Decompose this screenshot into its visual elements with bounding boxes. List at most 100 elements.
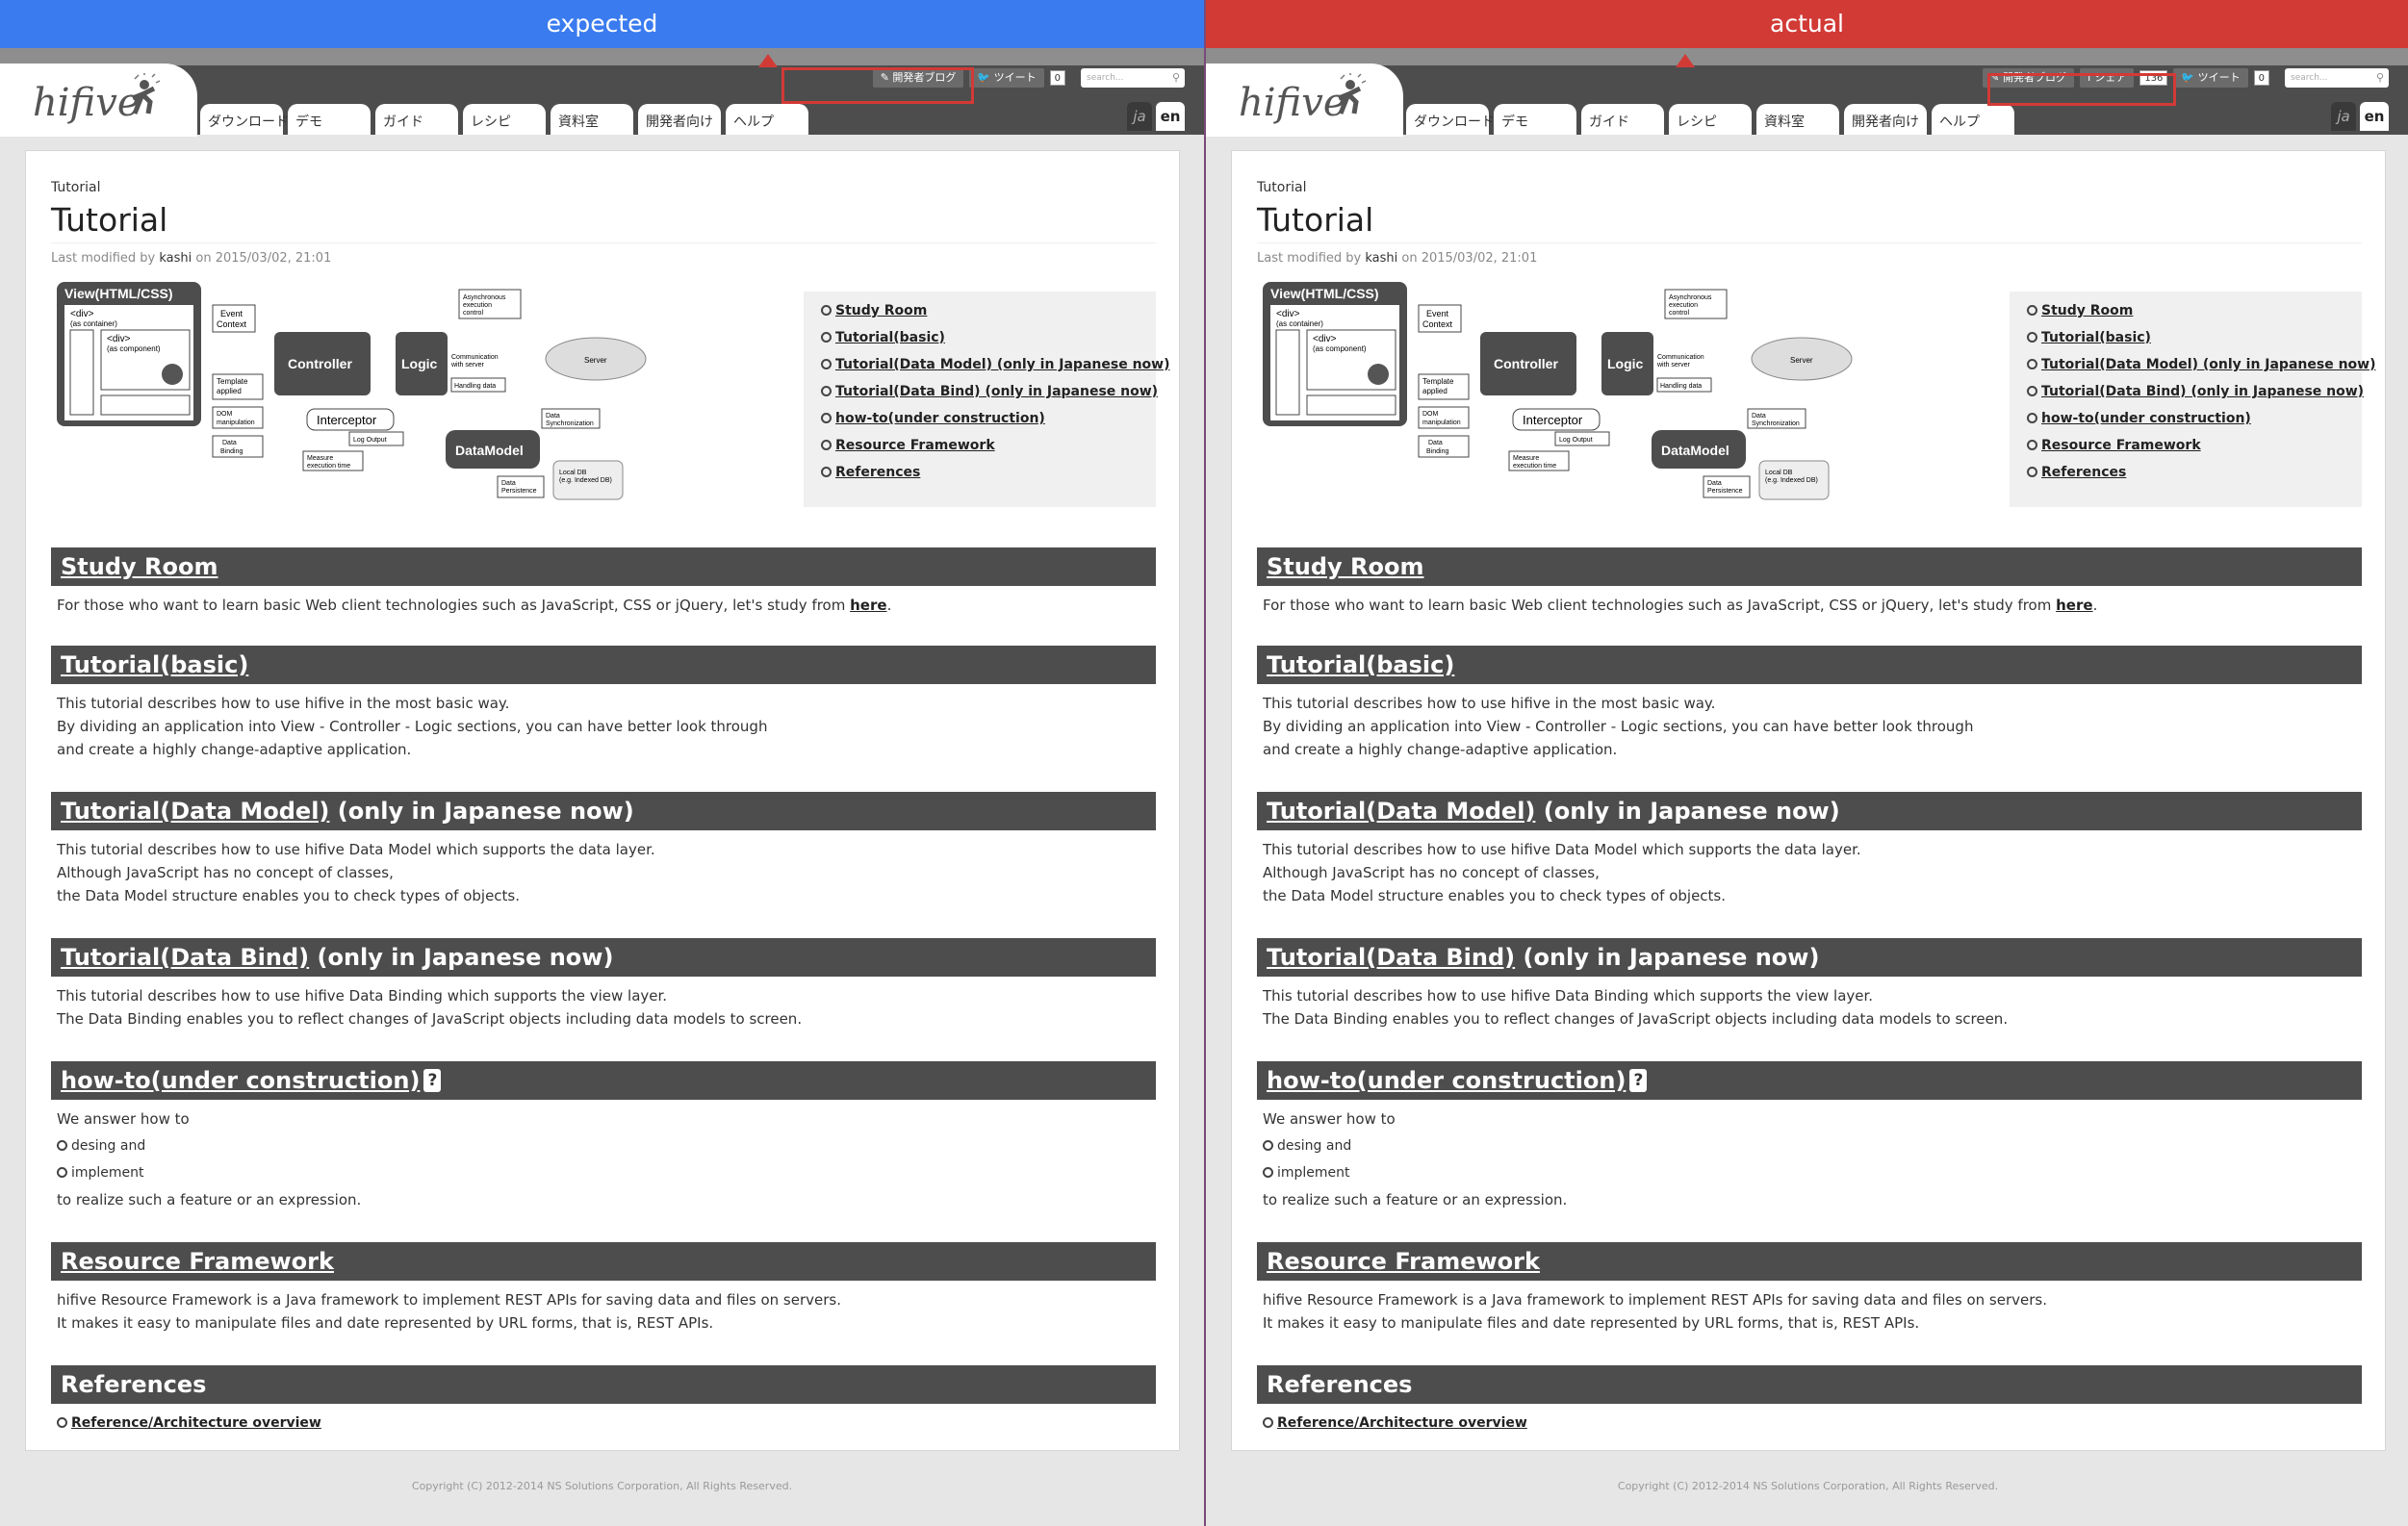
model-line: This tutorial describes how to use hifiv…: [57, 841, 655, 858]
reference-architecture-link[interactable]: Reference/Architecture overview: [1277, 1415, 1527, 1431]
dg-async2: execution: [463, 302, 492, 309]
dg-persist1: Data: [501, 480, 516, 487]
help-question-icon[interactable]: ?: [1629, 1069, 1648, 1092]
logo[interactable]: hifive: [1206, 64, 1403, 137]
expected-pane: expected hifive ダウンロード デモ ガイド レシピ 資料室 開発者向け ヘル…: [0, 0, 1204, 1526]
howto-link[interactable]: how-to(under construction): [61, 1067, 420, 1094]
toc-link[interactable]: Resource Framework: [835, 438, 995, 453]
logo[interactable]: hifive: [0, 64, 197, 137]
dg-view: View(HTML/CSS): [64, 286, 173, 301]
nav-tab[interactable]: デモ: [288, 104, 371, 135]
toc-item: Resource Framework: [2027, 438, 2344, 453]
nav-tab[interactable]: 資料室: [1756, 104, 1839, 135]
dg-localdb2: (e.g. Indexed DB): [1765, 477, 1818, 484]
nav-tab[interactable]: ダウンロード: [1406, 104, 1495, 135]
toc-link[interactable]: Tutorial(basic): [835, 330, 945, 345]
dg-sync1: Data: [1752, 413, 1766, 420]
nav-tab[interactable]: デモ: [1494, 104, 1576, 135]
search-input[interactable]: search... ⚲: [2285, 68, 2389, 88]
lang-en-tab[interactable]: en: [2360, 102, 2389, 131]
breadcrumb[interactable]: Tutorial: [51, 180, 1156, 195]
toc-link[interactable]: Tutorial(basic): [2041, 330, 2151, 345]
here-link[interactable]: here: [850, 597, 886, 614]
howto-item: implement: [71, 1165, 144, 1181]
toc-link[interactable]: Resource Framework: [2041, 438, 2201, 453]
dg-sync2: Synchronization: [546, 420, 594, 427]
data-model-text: This tutorial describes how to use hifiv…: [57, 838, 1154, 907]
section-basic-heading: Tutorial(basic): [1257, 646, 2362, 684]
tweet-label: ツイート: [993, 71, 1037, 84]
resource-framework-link[interactable]: Resource Framework: [61, 1248, 334, 1275]
bullet-icon: [821, 386, 832, 396]
nav-tab[interactable]: ヘルプ: [726, 104, 808, 135]
data-bind-text: This tutorial describes how to use hifiv…: [57, 984, 1154, 1030]
lang-ja-tab[interactable]: ja: [1127, 102, 1152, 131]
actual-pane: actual hifive ダウンロード デモ ガイド レシピ 資料室 開発者向け ヘルプ …: [1204, 0, 2408, 1526]
nav-tab[interactable]: 資料室: [551, 104, 633, 135]
nav-tab[interactable]: レシピ: [1669, 104, 1752, 135]
toc-link[interactable]: how-to(under construction): [2041, 411, 2251, 426]
dg-localdb2: (e.g. Indexed DB): [559, 477, 612, 484]
dg-persist2: Persistence: [501, 488, 537, 495]
list-item: desing and: [57, 1134, 1154, 1157]
tweet-button[interactable]: 🐦 ツイート: [2173, 68, 2248, 88]
tweet-button[interactable]: 🐦 ツイート: [969, 68, 1044, 88]
dg-div1b: (as container): [70, 319, 117, 328]
nav-tab[interactable]: ガイド: [1581, 104, 1664, 135]
lang-ja-tab[interactable]: ja: [2331, 102, 2356, 131]
search-input[interactable]: search... ⚲: [1081, 68, 1185, 88]
toc-link[interactable]: Tutorial(Data Bind) (only in Japanese no…: [835, 384, 1158, 399]
basic-line: By dividing an application into View - C…: [57, 718, 768, 735]
author-link[interactable]: kashi: [159, 251, 192, 266]
lang-en-tab[interactable]: en: [1156, 102, 1185, 131]
dg-template1: Template: [1422, 377, 1454, 386]
site-header: hifive ダウンロード デモ ガイド レシピ 資料室 開発者向け ヘルプ ✎ 開発者ブロ…: [1206, 64, 2408, 137]
tutorial-data-bind-link[interactable]: Tutorial(Data Bind): [61, 944, 309, 971]
dg-div1: <div>: [70, 309, 94, 319]
nav-tab[interactable]: 開発者向け: [638, 104, 721, 135]
toc-link[interactable]: how-to(under construction): [835, 411, 1045, 426]
toc-link[interactable]: Tutorial(Data Bind) (only in Japanese no…: [2041, 384, 2364, 399]
howto-link[interactable]: how-to(under construction): [1267, 1067, 1626, 1094]
breadcrumb[interactable]: Tutorial: [1257, 180, 2362, 195]
study-room-link[interactable]: Study Room: [1267, 553, 1424, 580]
help-question-icon[interactable]: ?: [423, 1069, 442, 1092]
resource-line: hifive Resource Framework is a Java fram…: [57, 1291, 841, 1309]
section-data-bind-heading: Tutorial(Data Bind) (only in Japanese no…: [51, 938, 1156, 977]
dg-template2: applied: [1422, 387, 1447, 395]
basic-text: This tutorial describes how to use hifiv…: [57, 692, 1154, 761]
nav-tabs: ダウンロード デモ ガイド レシピ 資料室 開発者向け ヘルプ: [200, 104, 808, 135]
nav-tab[interactable]: ガイド: [375, 104, 458, 135]
here-link[interactable]: here: [2056, 597, 2092, 614]
tutorial-data-model-link[interactable]: Tutorial(Data Model): [61, 798, 329, 825]
tutorial-basic-link[interactable]: Tutorial(basic): [1267, 651, 1454, 678]
references-title: References: [1267, 1371, 1413, 1398]
toc-item: Tutorial(Data Model) (only in Japanese n…: [821, 357, 1169, 372]
section-basic-heading: Tutorial(basic): [51, 646, 1156, 684]
reference-architecture-link[interactable]: Reference/Architecture overview: [71, 1415, 321, 1431]
tutorial-data-bind-link[interactable]: Tutorial(Data Bind): [1267, 944, 1515, 971]
data-model-text: This tutorial describes how to use hifiv…: [1263, 838, 2360, 907]
tutorial-basic-link[interactable]: Tutorial(basic): [61, 651, 248, 678]
toc-link[interactable]: References: [2041, 465, 2126, 480]
study-room-link[interactable]: Study Room: [61, 553, 218, 580]
list-item: Reference/Architecture overview: [57, 1412, 1154, 1435]
dg-databind2: Binding: [220, 448, 243, 455]
nav-tab[interactable]: レシピ: [463, 104, 546, 135]
bullet-icon: [1263, 1417, 1273, 1428]
toc-link[interactable]: Study Room: [835, 303, 927, 318]
bind-line: This tutorial describes how to use hifiv…: [57, 987, 668, 1005]
nav-tab[interactable]: ダウンロード: [200, 104, 289, 135]
toc-link[interactable]: Tutorial(Data Model) (only in Japanese n…: [835, 357, 1169, 372]
nav-tab[interactable]: ヘルプ: [1932, 104, 2014, 135]
author-link[interactable]: kashi: [1365, 251, 1397, 266]
dg-comm1: Communication: [451, 354, 499, 361]
resource-framework-link[interactable]: Resource Framework: [1267, 1248, 1540, 1275]
tutorial-data-model-link[interactable]: Tutorial(Data Model): [1267, 798, 1535, 825]
howto-text: We answer how to desing and implement to…: [57, 1107, 1154, 1211]
toc-link[interactable]: Study Room: [2041, 303, 2133, 318]
bullet-icon: [821, 305, 832, 316]
toc-link[interactable]: References: [835, 465, 920, 480]
toc-link[interactable]: Tutorial(Data Model) (only in Japanese n…: [2041, 357, 2375, 372]
nav-tab[interactable]: 開発者向け: [1844, 104, 1927, 135]
